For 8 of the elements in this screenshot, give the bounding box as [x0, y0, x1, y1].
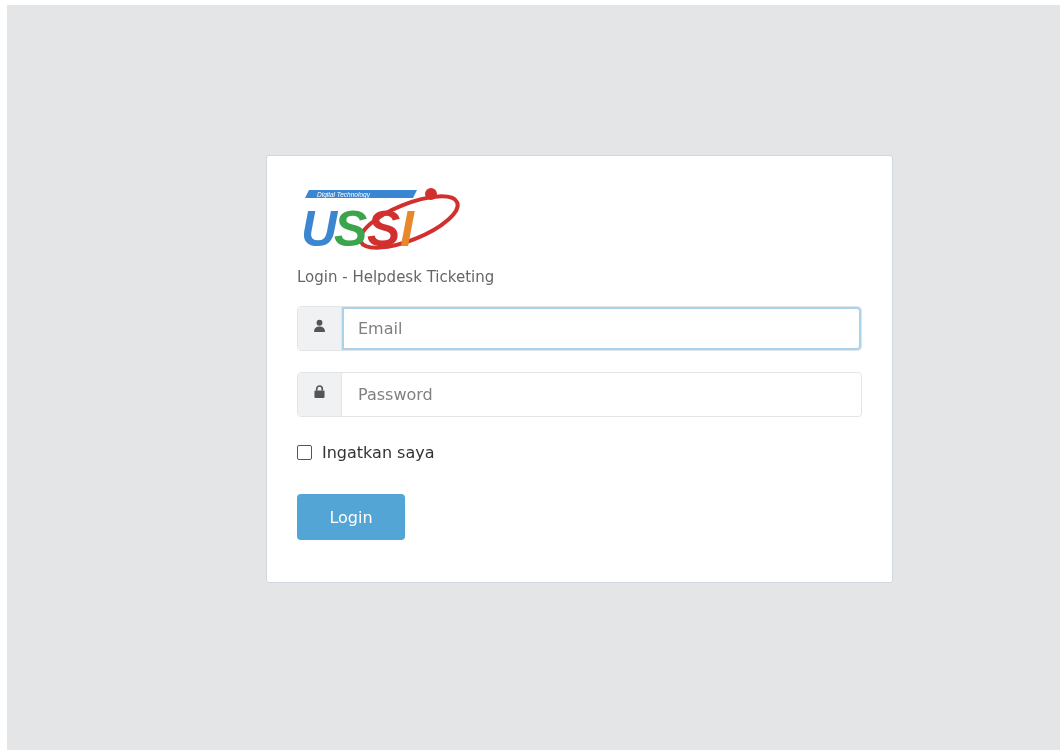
- login-title: Login - Helpdesk Ticketing: [297, 268, 495, 286]
- input-field[interactable]: Password: [297, 372, 862, 417]
- input-field[interactable]: Email: [297, 306, 862, 351]
- login-button[interactable]: Login: [297, 494, 405, 540]
- remember-label: Ingatkan saya: [322, 443, 435, 462]
- lock-icon: [314, 385, 325, 398]
- user-icon: [314, 319, 325, 332]
- checkbox[interactable]: [297, 445, 312, 460]
